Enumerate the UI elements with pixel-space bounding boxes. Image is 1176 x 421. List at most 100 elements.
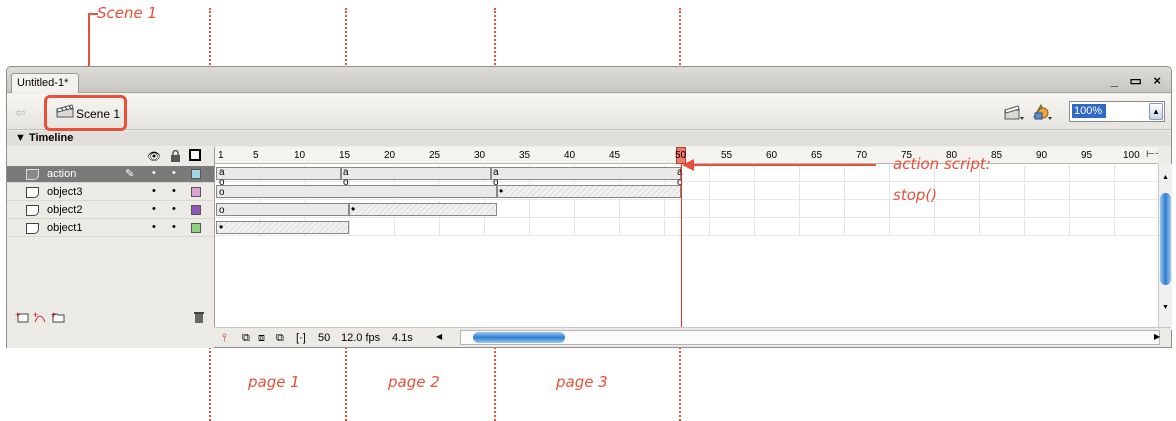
scroll-down-icon[interactable]: ▼: [1162, 304, 1169, 311]
window-controls[interactable]: _ ▭ ×: [1111, 73, 1165, 89]
outline-icon[interactable]: [189, 149, 201, 161]
ruler-tick: 90: [1036, 150, 1048, 161]
onion-skin-icon[interactable]: ⧉: [242, 332, 250, 345]
edit-bar: ⇦ Scene 1 100% ▲: [7, 94, 1171, 130]
layer-name[interactable]: action: [47, 168, 76, 180]
layer-color-box[interactable]: [191, 169, 201, 179]
visibility-dot[interactable]: •: [152, 185, 156, 197]
insert-folder-icon[interactable]: +: [51, 310, 65, 324]
document-tab[interactable]: Untitled-1*: [11, 73, 79, 93]
motion-tween[interactable]: [497, 185, 681, 198]
visibility-dot[interactable]: •: [152, 167, 156, 179]
add-motion-guide-icon[interactable]: +: [33, 310, 47, 324]
frame-span[interactable]: [216, 203, 349, 216]
playhead-line: [681, 164, 682, 327]
layer-panel: 👁 action ✎ • • object3 • • object2 • • o…: [7, 147, 214, 348]
layer-name[interactable]: object3: [47, 186, 82, 198]
ruler-tick: 1: [218, 150, 224, 161]
ruler-tick: 10: [294, 150, 306, 161]
svg-text:+: +: [33, 310, 38, 320]
page-3-label: page 3: [556, 373, 608, 391]
current-frame: 50: [318, 332, 331, 344]
horizontal-scroll-thumb[interactable]: [473, 332, 565, 343]
frames-area[interactable]: 1 5 10 15 20 25 30 35 40 45 50 55 60 65 …: [214, 147, 1158, 327]
scene-highlight-box: [44, 95, 127, 131]
frame-span[interactable]: [216, 185, 497, 198]
keyframe[interactable]: •: [219, 221, 223, 233]
vertical-scroll-thumb[interactable]: [1160, 193, 1171, 285]
elapsed-time: 4.1s: [392, 332, 413, 344]
layer-name[interactable]: object1: [47, 222, 82, 234]
lock-dot[interactable]: •: [172, 203, 176, 215]
layer-name[interactable]: object2: [47, 204, 82, 216]
layer-color-box[interactable]: [191, 187, 201, 197]
vertical-scrollbar[interactable]: ▲ ▼: [1158, 164, 1172, 330]
layer-icon: [26, 187, 39, 198]
frame-row-object1[interactable]: •: [215, 219, 1158, 236]
action-note-line2: stop(): [893, 186, 938, 204]
pencil-icon: ✎: [125, 168, 135, 180]
modify-onion-markers-icon[interactable]: [·]: [296, 332, 306, 344]
layer-row-object2[interactable]: object2 • •: [7, 202, 214, 219]
keyframe[interactable]: •: [351, 203, 355, 215]
edit-symbols-icon[interactable]: [1031, 103, 1053, 121]
insert-layer-icon[interactable]: +: [15, 310, 29, 324]
layer-icon: [26, 169, 39, 180]
keyframe[interactable]: •: [499, 185, 503, 197]
frame-row-object3[interactable]: o •: [215, 183, 1158, 200]
layer-row-action[interactable]: action ✎ • •: [7, 166, 214, 183]
onion-skin-outlines-icon[interactable]: ⧈: [258, 332, 265, 345]
lock-dot[interactable]: •: [172, 167, 176, 179]
frame-row-object2[interactable]: o •: [215, 201, 1158, 218]
frame-span[interactable]: [216, 167, 341, 180]
eye-icon[interactable]: 👁: [147, 150, 161, 163]
ruler-tick: 20: [384, 150, 396, 161]
zoom-select[interactable]: 100% ▲: [1069, 101, 1165, 122]
layer-row-object3[interactable]: object3 • •: [7, 184, 214, 201]
ruler-tick: 35: [519, 150, 531, 161]
layer-row-object1[interactable]: object1 • •: [7, 220, 214, 237]
page-2-label: page 2: [388, 373, 440, 391]
scroll-left-icon[interactable]: ◀: [436, 332, 442, 341]
ruler-tick: 40: [564, 150, 576, 161]
edit-multiple-frames-icon[interactable]: ⧉: [276, 332, 284, 345]
visibility-dot[interactable]: •: [152, 221, 156, 233]
motion-tween[interactable]: [349, 203, 497, 216]
horizontal-scrollbar[interactable]: [460, 330, 1160, 345]
title-bar: Untitled-1* _ ▭ ×: [7, 67, 1171, 93]
timeline-status-bar: ⫯ ⧉ ⧈ ⧉ [·] 50 12.0 fps 4.1s ◀ ▶: [214, 327, 1171, 347]
flash-timeline-window: Untitled-1* _ ▭ × ⇦ Scene 1 100% ▲ ▼ Tim…: [6, 66, 1172, 348]
visibility-dot[interactable]: •: [152, 203, 156, 215]
edit-scene-icon[interactable]: [1003, 103, 1025, 121]
ruler-tick: 85: [991, 150, 1003, 161]
layer-icon: [26, 205, 39, 216]
center-playhead-icon[interactable]: ⫯: [222, 332, 227, 345]
center-frame-icon[interactable]: ⊢⊣: [1146, 149, 1158, 160]
motion-tween[interactable]: [216, 221, 349, 234]
frame-rate: 12.0 fps: [341, 332, 381, 344]
scene-callout-label: Scene 1: [97, 4, 158, 22]
ruler-tick: 95: [1081, 150, 1093, 161]
blank-keyframe[interactable]: o: [219, 188, 225, 198]
page-1-label: page 1: [248, 373, 300, 391]
frame-span[interactable]: [341, 167, 491, 180]
svg-text:+: +: [51, 310, 56, 320]
ruler-tick: 100: [1123, 150, 1140, 161]
back-arrow-icon[interactable]: ⇦: [15, 105, 26, 121]
lock-dot[interactable]: •: [172, 185, 176, 197]
ruler-tick: 15: [339, 150, 351, 161]
ruler-tick: 45: [609, 150, 621, 161]
scroll-right-icon[interactable]: ▶: [1154, 332, 1160, 341]
ruler-tick: 5: [253, 150, 259, 161]
zoom-value[interactable]: 100%: [1072, 104, 1106, 118]
timeline-header[interactable]: ▼ Timeline: [7, 131, 1171, 146]
lock-icon[interactable]: [170, 150, 181, 162]
layer-color-box[interactable]: [191, 223, 201, 233]
frame-span[interactable]: [491, 167, 681, 180]
lock-dot[interactable]: •: [172, 221, 176, 233]
scroll-up-icon[interactable]: ▲: [1162, 174, 1169, 181]
zoom-dropdown-icon[interactable]: ▲: [1149, 103, 1163, 120]
trash-icon[interactable]: [193, 310, 205, 324]
layer-color-box[interactable]: [191, 205, 201, 215]
blank-keyframe[interactable]: o: [219, 206, 225, 216]
